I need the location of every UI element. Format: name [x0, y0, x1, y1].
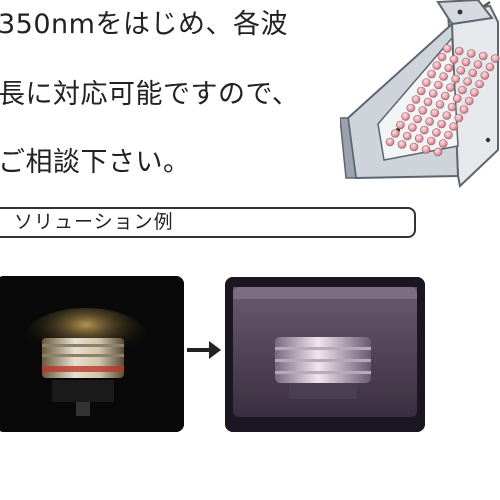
led-bulb — [466, 49, 476, 58]
led-bulb — [461, 57, 471, 67]
led-bulb — [451, 74, 460, 84]
led-bulb — [409, 142, 419, 152]
led-bulb — [470, 88, 479, 97]
solution-example-label: ソリューション例 — [14, 211, 174, 233]
led-bulb — [449, 122, 458, 131]
led-bulb — [418, 106, 428, 115]
led-bulb — [401, 112, 410, 121]
led-bulb — [447, 102, 457, 112]
led-bulb — [473, 60, 483, 69]
after-photo — [225, 277, 425, 432]
led-bar-drawing — [339, 0, 500, 188]
intro-line-2: 長に対応可能ですので、 — [0, 79, 300, 110]
right-arrow-icon — [187, 341, 221, 359]
led-bulb — [437, 119, 446, 129]
led-bulb — [432, 128, 441, 137]
led-bulb — [428, 89, 438, 98]
led-bulb — [452, 94, 462, 103]
led-bulb — [413, 114, 422, 124]
led-bulb — [432, 61, 442, 70]
led-bulb — [485, 62, 495, 72]
led-bulb — [435, 100, 445, 109]
led-bulb — [390, 129, 400, 138]
led-bulb — [408, 123, 417, 132]
led-bulb — [446, 83, 455, 92]
led-bulb — [433, 147, 443, 157]
solution-example-heading: ソリューション例 — [0, 207, 416, 238]
led-bulb — [442, 111, 452, 120]
led-bulb — [430, 108, 440, 118]
led-bulb — [423, 97, 433, 107]
led-bulb — [420, 125, 429, 135]
led-bulb — [454, 46, 464, 56]
led-bulb — [463, 77, 472, 86]
led-bulb — [437, 52, 447, 62]
led-bulb — [426, 136, 436, 146]
led-bulb — [414, 134, 424, 143]
led-bulb — [402, 131, 412, 141]
led-bulb — [456, 66, 466, 75]
led-bulb — [411, 95, 421, 104]
led-bulb — [434, 80, 443, 90]
uv-led-light-illustration — [339, 0, 500, 190]
led-bulb — [454, 113, 464, 123]
led-bulb — [439, 72, 448, 81]
led-bulb — [444, 63, 454, 73]
led-bulb — [478, 51, 488, 61]
led-bulb — [396, 120, 405, 130]
before-photo — [0, 276, 184, 432]
led-bulb — [385, 137, 395, 147]
led-bulb — [440, 91, 450, 101]
led-bulb — [421, 145, 431, 154]
intro-text: 350nmをはじめ、各波 長に対応可能ですので、 ご相談下さい。 — [0, 8, 299, 216]
led-bulb — [397, 140, 407, 149]
intro-line-3: ご相談下さい。 — [0, 147, 191, 178]
led-bulb — [458, 85, 467, 95]
led-bulb — [416, 86, 426, 96]
led-bulb — [475, 79, 484, 89]
led-bulb — [490, 54, 500, 63]
led-bulb — [438, 139, 448, 148]
led-bulb — [427, 69, 436, 79]
led-bulb — [444, 130, 453, 140]
led-bulb — [406, 103, 416, 113]
intro-line-1: 350nmをはじめ、各波 — [0, 9, 288, 40]
led-bulb — [422, 78, 431, 87]
led-bulb — [480, 71, 490, 80]
led-bulb — [459, 105, 469, 114]
led-bulb — [464, 96, 474, 106]
led-bulb — [468, 68, 478, 78]
led-bulb — [442, 44, 452, 53]
led-bulb — [449, 55, 459, 64]
led-bulb — [425, 117, 434, 126]
